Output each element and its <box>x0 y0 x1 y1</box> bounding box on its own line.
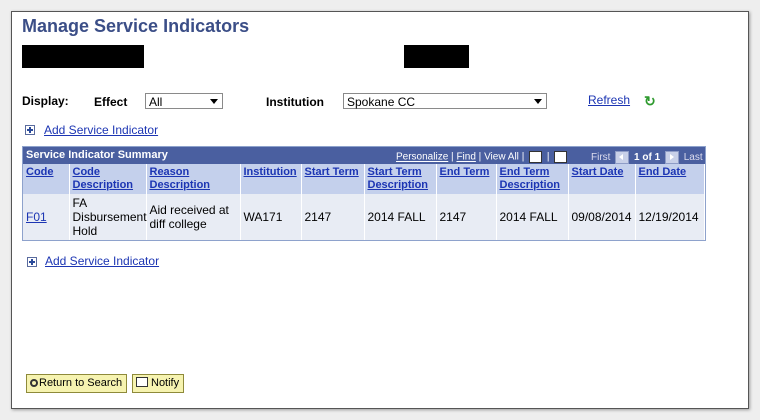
notify-icon <box>136 377 148 387</box>
service-indicator-grid: Service Indicator Summary Personalize | … <box>22 146 706 241</box>
separator: | <box>521 151 525 163</box>
previous-arrow-icon[interactable] <box>615 151 630 164</box>
column-header-code[interactable]: Code <box>23 164 70 194</box>
separator: | <box>478 151 482 163</box>
cell-code-description: FA Disbursement Hold <box>69 194 147 240</box>
cell-end-date: 12/19/2014 <box>635 194 705 240</box>
grid-title: Service Indicator Summary <box>26 149 168 161</box>
separator: | <box>546 151 550 163</box>
refresh-icon[interactable]: ↻ <box>644 93 656 110</box>
column-header-end-date[interactable]: End Date <box>635 164 705 194</box>
personalize-link[interactable]: Personalize <box>396 152 448 163</box>
page-frame: Manage Service Indicators Display: Effec… <box>11 11 749 409</box>
page-title: Manage Service Indicators <box>22 16 250 36</box>
next-arrow-icon[interactable] <box>664 151 679 164</box>
zoom-icon[interactable] <box>529 151 543 163</box>
notify-button[interactable]: Notify <box>132 374 185 393</box>
magnifier-icon <box>30 379 38 387</box>
institution-label: Institution <box>266 95 324 109</box>
institution-select[interactable]: Spokane CC <box>343 93 547 109</box>
redacted-name <box>22 45 144 68</box>
column-header-code-description[interactable]: Code Description <box>69 164 147 194</box>
chevron-down-icon <box>210 99 218 104</box>
view-all-link[interactable]: View All <box>484 152 519 163</box>
column-header-reason-description[interactable]: Reason Description <box>146 164 241 194</box>
column-header-start-term-description[interactable]: Start Term Description <box>364 164 437 194</box>
row-range: 1 of 1 <box>634 152 661 164</box>
add-service-indicator-link-top[interactable]: Add Service Indicator <box>44 123 158 137</box>
grid-tools: Personalize | Find | View All | | <box>396 151 569 163</box>
header-row: Code Code Description Reason Description… <box>23 164 705 194</box>
return-to-search-label: Return to Search <box>39 377 123 389</box>
cell-start-term-description: 2014 FALL <box>364 194 437 240</box>
separator: | <box>451 151 454 163</box>
return-to-search-button[interactable]: Return to Search <box>26 374 128 393</box>
cell-start-term: 2147 <box>301 194 365 240</box>
cell-end-term: 2147 <box>436 194 497 240</box>
cell-reason-description: Aid received at diff college <box>146 194 241 240</box>
column-header-end-term-description[interactable]: End Term Description <box>496 164 569 194</box>
plus-icon[interactable] <box>25 125 35 135</box>
column-header-start-date[interactable]: Start Date <box>568 164 636 194</box>
grid-header: Service Indicator Summary Personalize | … <box>23 147 705 164</box>
column-header-institution[interactable]: Institution <box>240 164 302 194</box>
column-header-end-term[interactable]: End Term <box>436 164 497 194</box>
column-header-start-term[interactable]: Start Term <box>301 164 365 194</box>
redacted-id <box>404 45 469 68</box>
add-service-indicator-link-bottom[interactable]: Add Service Indicator <box>45 254 159 268</box>
institution-value: Spokane CC <box>347 95 416 109</box>
effect-value: All <box>149 95 163 109</box>
cell-end-term-description: 2014 FALL <box>496 194 569 240</box>
service-indicator-table: Code Code Description Reason Description… <box>23 164 705 240</box>
download-grid-icon[interactable] <box>554 151 568 163</box>
code-link[interactable]: F01 <box>26 210 47 224</box>
first-label: First <box>591 152 611 164</box>
plus-icon[interactable] <box>27 257 37 267</box>
effect-label: Effect <box>94 95 128 109</box>
last-label: Last <box>683 152 703 164</box>
cell-institution: WA171 <box>240 194 302 240</box>
notify-label: Notify <box>151 377 180 389</box>
chevron-down-icon <box>534 99 542 104</box>
refresh-link[interactable]: Refresh <box>588 93 630 107</box>
cell-start-date: 09/08/2014 <box>568 194 636 240</box>
effect-select[interactable]: All <box>145 93 223 109</box>
find-link[interactable]: Find <box>456 152 475 163</box>
display-label: Display: <box>22 94 69 108</box>
cell-code: F01 <box>23 194 70 240</box>
table-row: F01 FA Disbursement Hold Aid received at… <box>23 194 705 240</box>
grid-navigation: First 1 of 1 Last <box>591 151 703 164</box>
